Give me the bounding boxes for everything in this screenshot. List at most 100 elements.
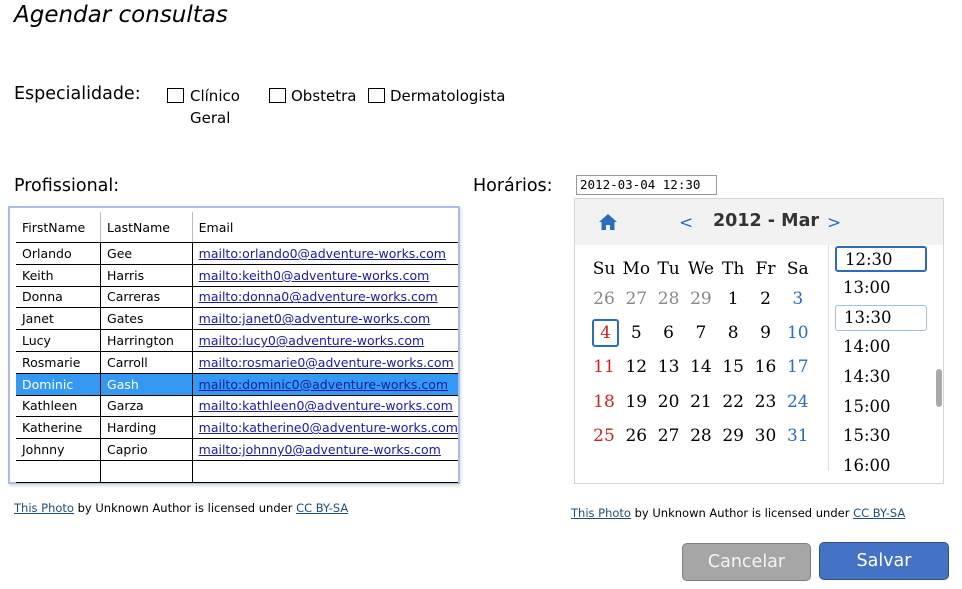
table-row[interactable]: Janet Gates mailto:janet0@adventure-works.… xyxy=(16,307,458,331)
time-option[interactable]: 13:00 xyxy=(835,276,927,302)
calendar-day[interactable]: 13 xyxy=(654,357,684,377)
calendar-day[interactable]: 5 xyxy=(621,323,651,343)
calendar-day[interactable]: 28 xyxy=(686,426,716,446)
calendar-day[interactable]: 11 xyxy=(589,357,619,377)
email-link[interactable]: mailto:keith0@adventure-works.com xyxy=(199,268,430,283)
cell-email: mailto:keith0@adventure-works.com xyxy=(192,264,458,287)
calendar-day[interactable]: 22 xyxy=(718,392,748,412)
calendar-day[interactable]: 6 xyxy=(654,323,684,343)
next-month-button[interactable]: > xyxy=(827,213,841,233)
calendar-day[interactable]: 8 xyxy=(718,323,748,343)
table-row[interactable]: Dominic Gash mailto:dominic0@adventure-wor… xyxy=(16,373,458,396)
calendar-day[interactable]: 20 xyxy=(654,392,684,412)
datetime-picker: < 2012 - Mar > Su Mo Tu We Th Fr Sa 26 27 28 29 1 2 3… xyxy=(574,198,944,484)
email-link[interactable]: mailto:rosmarie0@adventure-works.com xyxy=(199,355,454,370)
table-row[interactable]: Donna Carreras mailto:donna0@adventure-wor… xyxy=(16,286,458,309)
email-link[interactable]: mailto:lucy0@adventure-works.com xyxy=(199,333,425,348)
calendar-day[interactable]: 7 xyxy=(686,323,716,343)
email-link[interactable]: mailto:orlando0@adventure-works.com xyxy=(199,246,446,261)
table-row[interactable]: Lucy Harrington mailto:lucy0@adventure-wor… xyxy=(16,329,458,352)
email-link[interactable]: mailto:janet0@adventure-works.com xyxy=(199,311,431,326)
cell-lastname xyxy=(100,460,193,483)
calendar-day[interactable]: 19 xyxy=(621,392,651,412)
calendar-day[interactable]: 29 xyxy=(686,289,716,309)
license-link[interactable]: CC BY-SA xyxy=(296,501,348,515)
cell-lastname: Garza xyxy=(100,395,193,418)
time-option[interactable]: 15:00 xyxy=(835,395,927,421)
photo-link[interactable]: This Photo xyxy=(14,501,74,515)
time-option[interactable]: 13:30 xyxy=(835,305,927,332)
time-list-scrollbar[interactable] xyxy=(936,369,942,407)
column-header-lastname[interactable]: LastName xyxy=(100,212,193,243)
column-header-email[interactable]: Email xyxy=(192,212,458,243)
calendar-day[interactable]: 30 xyxy=(751,426,781,446)
calendar-day[interactable]: 24 xyxy=(783,392,813,412)
calendar-day[interactable]: 28 xyxy=(654,289,684,309)
calendar-day[interactable]: 25 xyxy=(589,426,619,446)
calendar-day[interactable]: 14 xyxy=(686,357,716,377)
table-row[interactable]: Johnny Caprio mailto:johnny0@adventure-wor… xyxy=(16,438,458,461)
cell-lastname: Carreras xyxy=(100,286,193,309)
email-link[interactable]: mailto:johnny0@adventure-works.com xyxy=(199,442,441,457)
checkbox-clinico-geral[interactable] xyxy=(167,88,184,103)
calendar-day[interactable]: 27 xyxy=(654,426,684,446)
time-option[interactable]: 14:00 xyxy=(835,335,927,361)
calendar-day[interactable]: 29 xyxy=(718,426,748,446)
calendar-day[interactable]: 15 xyxy=(718,357,748,377)
photo-link[interactable]: This Photo xyxy=(571,506,631,520)
calendar-day[interactable]: 12 xyxy=(621,357,651,377)
calendar-day[interactable]: 3 xyxy=(783,289,813,309)
license-link[interactable]: CC BY-SA xyxy=(853,506,905,520)
calendar-month-label: 2012 - Mar xyxy=(713,211,820,231)
cancel-button[interactable]: Cancelar xyxy=(682,543,811,581)
calendar-day[interactable]: 26 xyxy=(589,289,619,309)
calendar-day[interactable]: 9 xyxy=(751,323,781,343)
checkbox-dermatologista[interactable] xyxy=(368,88,385,103)
table-row[interactable]: Orlando Gee mailto:orlando0@adventure-work… xyxy=(16,242,458,265)
calendar-day[interactable]: 16 xyxy=(751,357,781,377)
calendar-day[interactable]: 2 xyxy=(751,289,781,309)
home-icon[interactable] xyxy=(598,213,618,235)
calendar-day[interactable]: 17 xyxy=(783,357,813,377)
time-option[interactable]: 14:30 xyxy=(835,365,927,391)
cell-firstname: Johnny xyxy=(16,438,102,461)
save-button[interactable]: Salvar xyxy=(819,542,949,580)
calendar-day[interactable]: 4 xyxy=(592,319,619,348)
table-row[interactable]: Keith Harris mailto:keith0@adventure-works… xyxy=(16,264,458,287)
email-link[interactable]: mailto:katherine0@adventure-works.com xyxy=(199,420,458,435)
calendar-day[interactable]: 1 xyxy=(718,289,748,309)
table-row[interactable] xyxy=(16,460,458,483)
calendar-day[interactable]: 27 xyxy=(621,289,651,309)
cell-lastname: Gates xyxy=(100,307,193,331)
calendar-day[interactable]: 10 xyxy=(783,323,813,343)
prev-month-button[interactable]: < xyxy=(679,213,693,233)
table-row[interactable]: Katherine Harding mailto:katherine0@advent… xyxy=(16,416,458,440)
checkbox-label-obstetra: Obstetra xyxy=(291,87,357,105)
calendar-day[interactable]: 31 xyxy=(783,426,813,446)
table-row[interactable]: Rosmarie Carroll mailto:rosmarie0@adventur… xyxy=(16,351,458,374)
calendar-day[interactable]: 21 xyxy=(686,392,716,412)
cell-firstname: Katherine xyxy=(16,416,102,440)
cell-email xyxy=(192,460,458,483)
cell-lastname: Gash xyxy=(100,373,193,396)
page-title: Agendar consultas xyxy=(14,2,228,28)
checkbox-label-dermatologista: Dermatologista xyxy=(390,87,506,105)
calendar-day[interactable]: 26 xyxy=(621,426,651,446)
datetime-input[interactable]: 2012-03-04 12:30 xyxy=(576,175,717,195)
cell-email: mailto:janet0@adventure-works.com xyxy=(192,307,458,331)
checkbox-obstetra[interactable] xyxy=(269,88,286,103)
cell-firstname: Rosmarie xyxy=(16,351,102,374)
time-option[interactable]: 16:00 xyxy=(835,454,927,480)
weekday-label: Mo xyxy=(622,259,651,279)
column-header-firstname[interactable]: FirstName xyxy=(16,212,102,243)
email-link[interactable]: mailto:donna0@adventure-works.com xyxy=(199,289,438,304)
table-row[interactable]: Kathleen Garza mailto:kathleen0@adventure-… xyxy=(16,395,458,418)
time-option[interactable]: 12:30 xyxy=(835,246,927,272)
calendar-day[interactable]: 23 xyxy=(751,392,781,412)
time-option[interactable]: 15:30 xyxy=(835,424,927,450)
checkbox-label-clinico-geral: Clínico Geral xyxy=(190,87,240,127)
calendar-day[interactable]: 18 xyxy=(589,392,619,412)
weekday-label: We xyxy=(687,259,714,279)
email-link[interactable]: mailto:kathleen0@adventure-works.com xyxy=(199,398,453,413)
email-link[interactable]: mailto:dominic0@adventure-works.com xyxy=(199,377,448,392)
